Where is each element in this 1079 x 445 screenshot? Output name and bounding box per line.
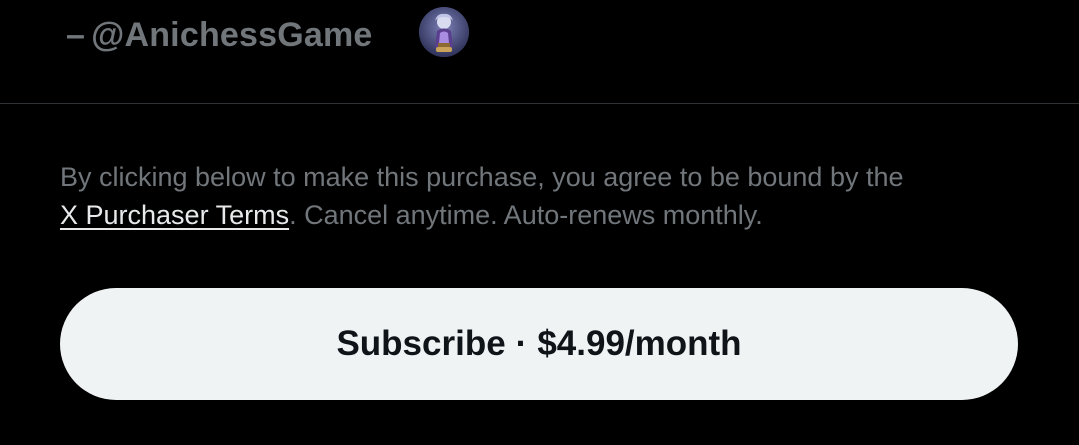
subscribe-button[interactable]: Subscribe · $4.99/month (60, 288, 1018, 400)
terms-text-after: . Cancel anytime. Auto-renews monthly. (289, 200, 763, 230)
subscribe-separator: · (515, 324, 528, 363)
purchase-terms-notice: By clicking below to make this purchase,… (60, 158, 1020, 234)
quote-attribution-header: – @AnichessGame (0, 0, 1079, 104)
attribution-dash: – (66, 15, 86, 54)
attribution-line: – @AnichessGame (66, 13, 373, 57)
terms-text-before: By clicking below to make this purchase,… (60, 162, 904, 192)
chess-queen-avatar-icon (419, 7, 469, 57)
avatar[interactable] (419, 7, 469, 57)
subscribe-label: Subscribe (336, 324, 506, 363)
purchaser-terms-link[interactable]: X Purchaser Terms (60, 200, 289, 230)
subscribe-price: $4.99/month (537, 324, 742, 363)
account-handle[interactable]: @AnichessGame (91, 16, 372, 55)
